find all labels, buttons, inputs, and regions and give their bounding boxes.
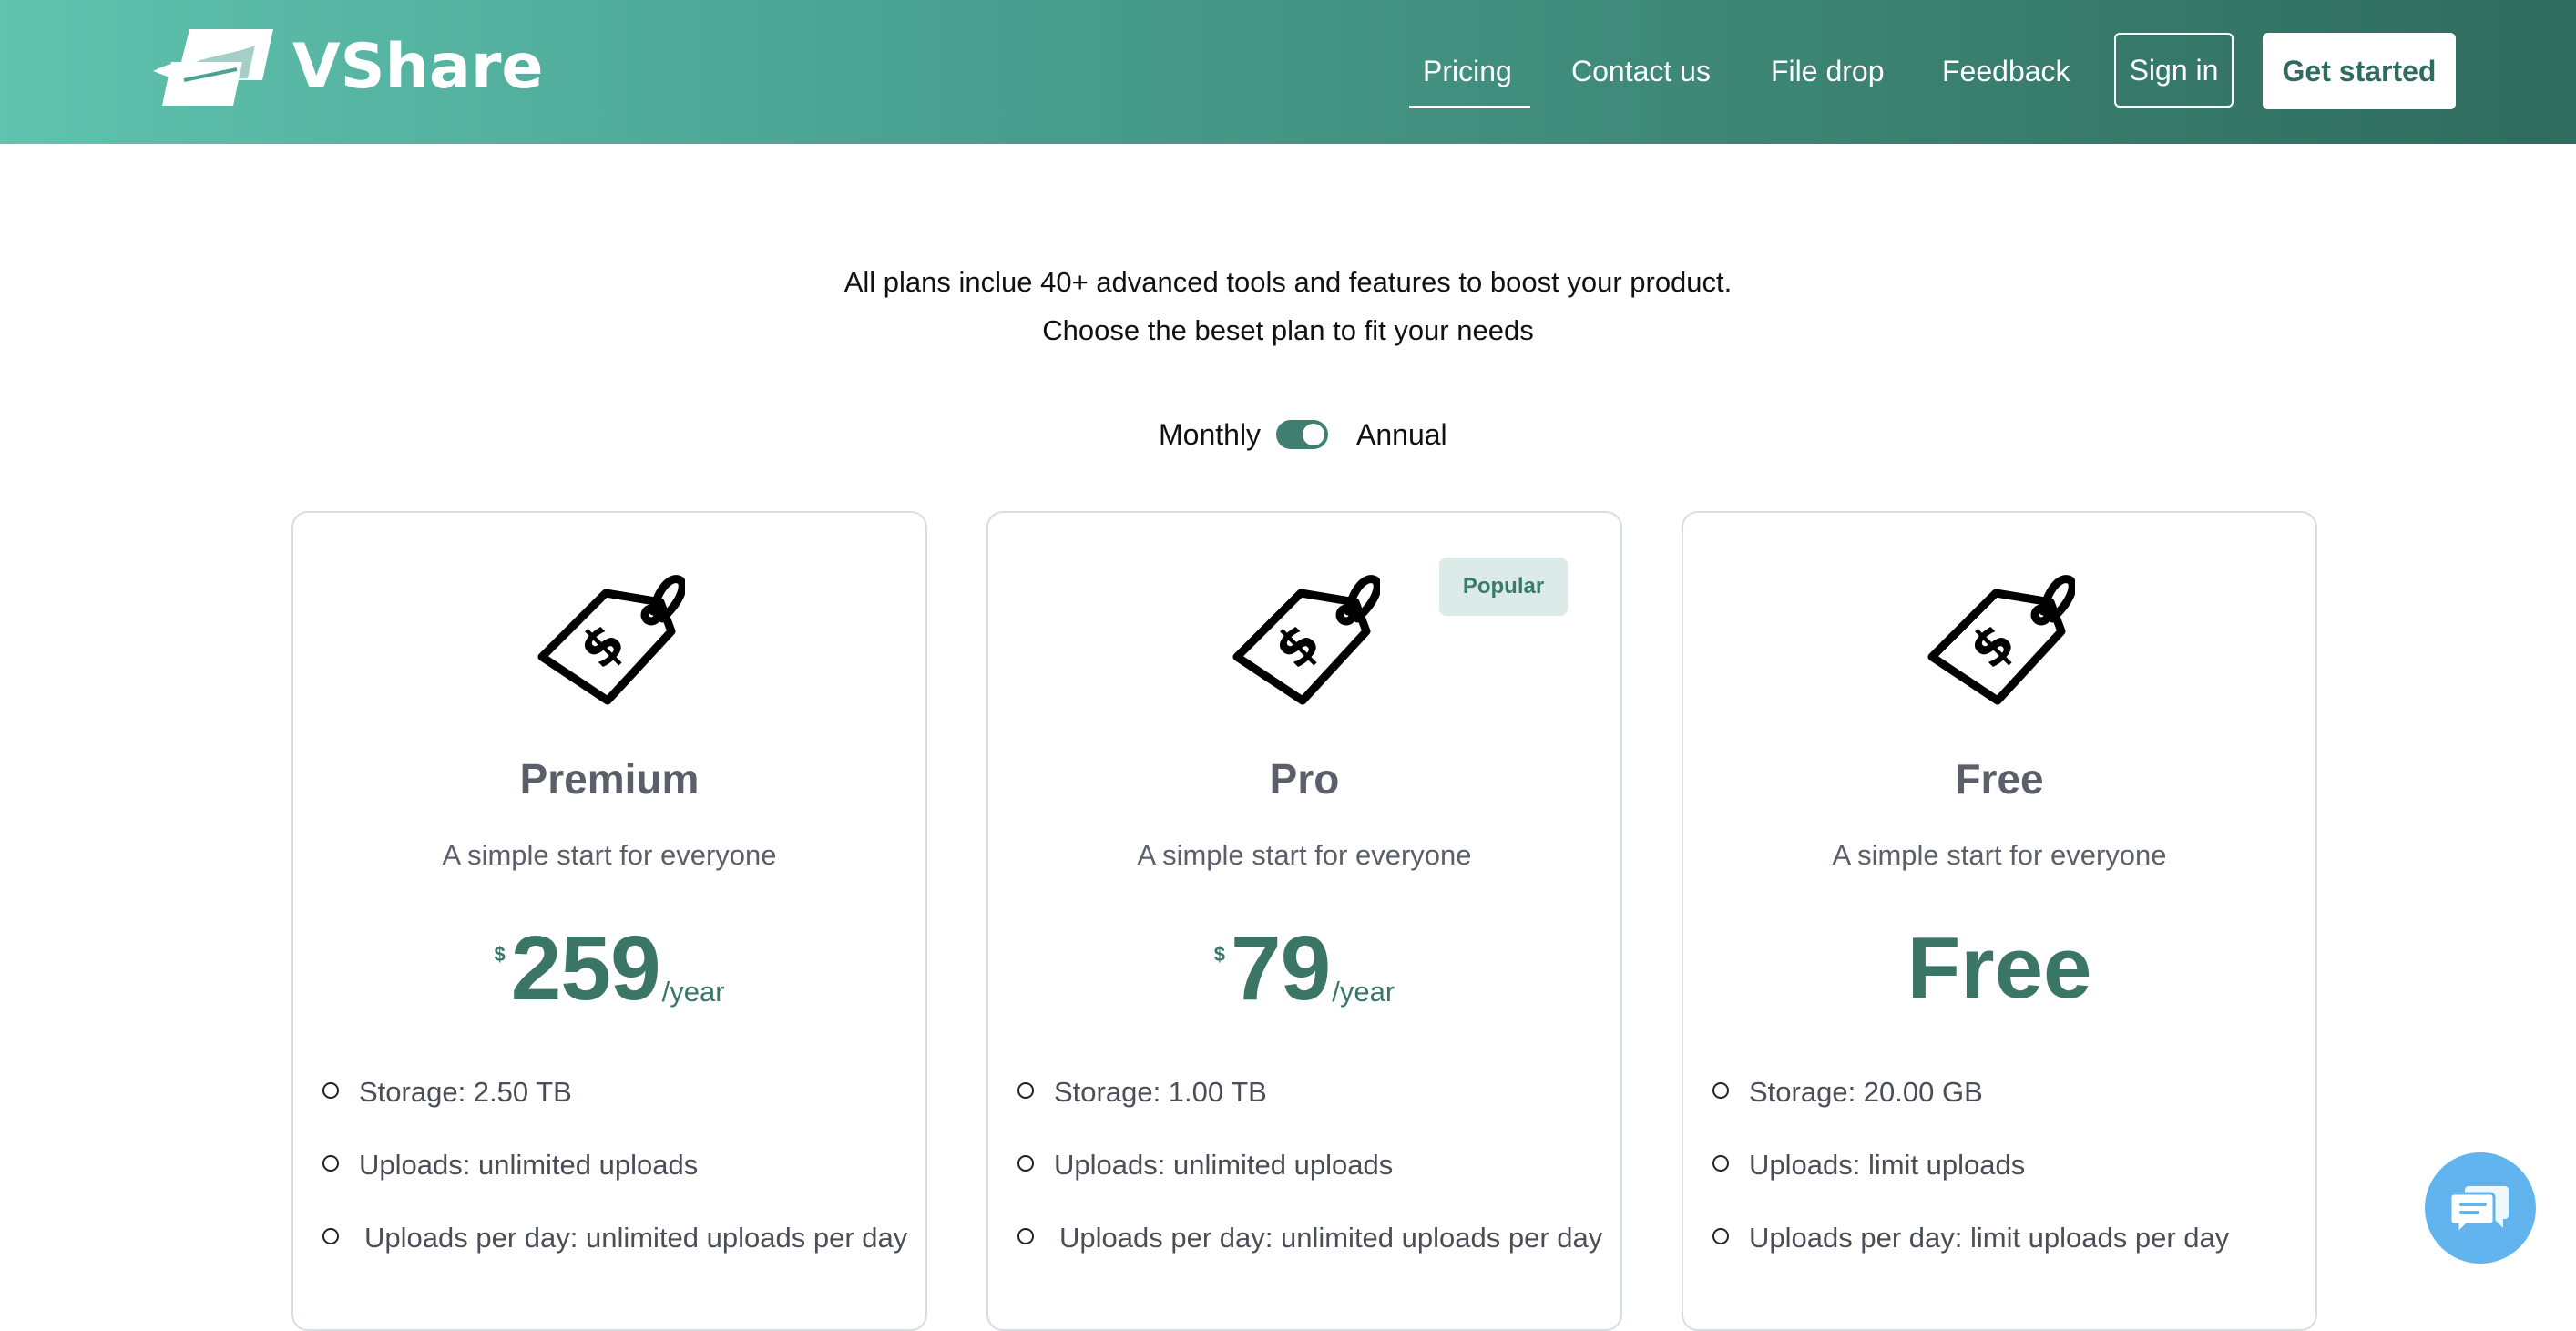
feature-text: Uploads: limit uploads [1749,1149,2026,1181]
feature-list: Storage: 1.00 TB Uploads: unlimited uplo… [1017,1073,1602,1292]
bullet-circle-icon [1712,1155,1729,1172]
billing-period-toggle[interactable] [1276,420,1328,449]
feature-list: Storage: 2.50 TB Uploads: unlimited uplo… [322,1073,907,1292]
intro-line-1: All plans inclue 40+ advanced tools and … [843,266,1733,298]
feature-item: Uploads: unlimited uploads [322,1146,905,1219]
feature-text: Storage: 2.50 TB [359,1076,572,1108]
price-period: /year [661,976,725,1008]
plan-description: A simple start for everyone [442,839,777,871]
feature-text: Uploads: unlimited uploads [1054,1149,1394,1181]
bullet-circle-icon [322,1082,339,1099]
bullet-circle-icon [1712,1082,1729,1099]
feature-item: Uploads per day: unlimited uploads per d… [1017,1219,1602,1292]
brand-logo[interactable]: VShare [153,26,544,109]
billing-toggle-group: Monthly Annual [0,415,2576,455]
feature-item: Storage: 2.50 TB [322,1073,905,1146]
plan-card-pro: $ Popular Pro A simple start for everyon… [986,511,1622,1331]
bullet-circle-icon [322,1228,339,1244]
bullet-circle-icon [1017,1155,1034,1172]
popular-badge: Popular [1439,558,1568,616]
price-period: /year [1332,976,1395,1008]
bullet-circle-icon [322,1155,339,1172]
bullet-circle-icon [1712,1228,1729,1244]
feature-text: Uploads per day: limit uploads per day [1749,1222,2230,1254]
intro-line-2: Choose the beset plan to fit your needs [1042,314,1534,346]
plan-name: Pro [1269,755,1340,803]
get-started-button[interactable]: Get started [2263,33,2456,109]
price-tag-icon: $ [537,575,685,705]
feature-text: Storage: 1.00 TB [1054,1076,1267,1108]
feature-item: Uploads per day: unlimited uploads per d… [322,1219,907,1292]
nav-active-indicator [1409,106,1530,108]
plan-price: Free [1683,914,2315,1023]
chat-button[interactable] [2425,1152,2536,1264]
feature-text: Uploads: unlimited uploads [359,1149,699,1181]
feature-item: Uploads: unlimited uploads [1017,1146,1600,1219]
feature-text: Storage: 20.00 GB [1749,1076,1983,1108]
feature-item: Storage: 1.00 TB [1017,1073,1600,1146]
nav-contact-us[interactable]: Contact us [1571,51,1711,91]
feature-item: Storage: 20.00 GB [1712,1073,2295,1146]
vshare-logo-icon [153,29,273,106]
billing-monthly-label[interactable]: Monthly [1159,415,1261,455]
chat-bubbles-icon [2450,1186,2509,1235]
feature-text: Uploads per day: unlimited uploads per d… [364,1222,908,1254]
plan-name: Premium [519,755,700,803]
plan-name: Free [1955,755,2044,803]
plan-description: A simple start for everyone [1137,839,1472,871]
sign-in-button[interactable]: Sign in [2114,33,2234,108]
plan-description: A simple start for everyone [1832,839,2167,871]
nav-feedback[interactable]: Feedback [1942,51,2070,91]
feature-list: Storage: 20.00 GB Uploads: limit uploads… [1712,1073,2295,1292]
brand-name: VShare [292,31,544,103]
feature-text: Uploads per day: unlimited uploads per d… [1059,1222,1603,1254]
plan-price: $79/year [988,914,1620,1023]
site-header: VShare Pricing Contact us File drop Feed… [0,0,2576,144]
bullet-circle-icon [1017,1228,1034,1244]
bullet-circle-icon [1017,1082,1034,1099]
feature-item: Uploads: limit uploads [1712,1146,2295,1219]
price-currency: $ [494,943,506,966]
plan-card-free: $ Free A simple start for everyone Free … [1682,511,2317,1331]
nav-file-drop[interactable]: File drop [1771,51,1885,91]
nav-pricing[interactable]: Pricing [1423,51,1512,91]
price-amount: 259 [510,917,661,1019]
feature-item: Uploads per day: limit uploads per day [1712,1219,2295,1292]
price-tag-icon: $ [1232,575,1380,705]
plan-price: $259/year [293,914,925,1023]
price-currency: $ [1213,943,1226,966]
plan-card-premium: $ Premium A simple start for everyone $2… [291,511,927,1331]
billing-annual-label[interactable]: Annual [1356,415,1447,455]
price-amount: 79 [1231,917,1331,1019]
price-free-text: Free [1906,919,2092,1017]
toggle-knob [1303,424,1324,445]
price-tag-icon: $ [1927,575,2075,705]
